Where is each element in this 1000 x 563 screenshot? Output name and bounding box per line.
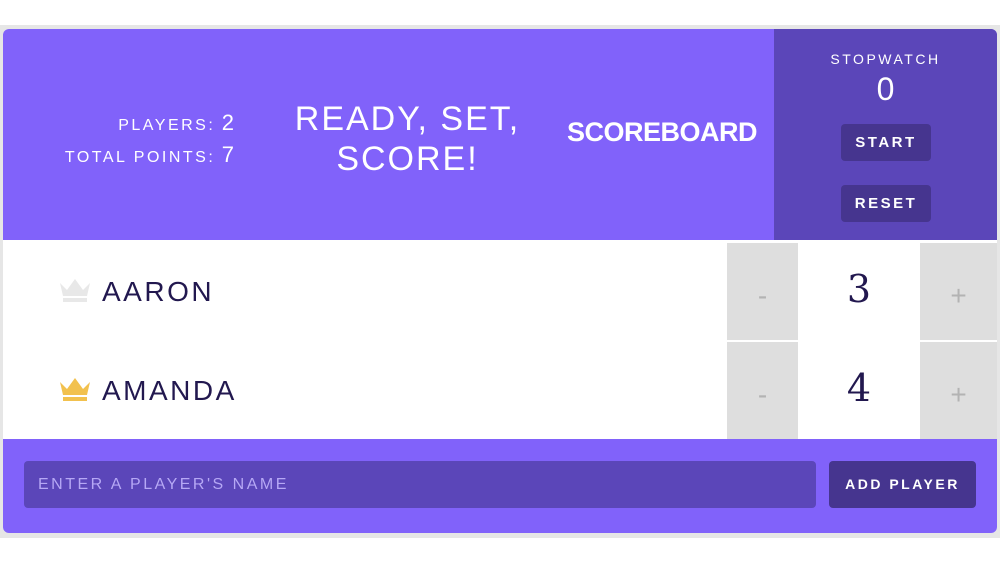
crown-base bbox=[63, 298, 87, 302]
stopwatch-time: 0 bbox=[876, 71, 895, 107]
crown-shape bbox=[60, 279, 90, 296]
player-score: 3 bbox=[846, 267, 872, 311]
increment-button[interactable]: + bbox=[920, 342, 997, 439]
tagline: READY, SET, SCORE! bbox=[265, 99, 550, 179]
tagline-line-2: SCORE! bbox=[336, 140, 479, 178]
reset-button[interactable]: RESET bbox=[841, 185, 931, 222]
stopwatch: STOPWATCH 0 START RESET bbox=[774, 29, 997, 240]
decrement-button[interactable]: - bbox=[727, 243, 798, 340]
stats-panel: PLAYERS: 2 TOTAL POINTS: 7 bbox=[43, 107, 235, 171]
player-name-input[interactable] bbox=[24, 461, 816, 508]
player-row: AMANDA - 4 + bbox=[3, 342, 997, 439]
crown-base bbox=[63, 397, 87, 401]
app-frame: PLAYERS: 2 TOTAL POINTS: 7 READY, SET, S… bbox=[0, 25, 1000, 538]
crown-icon bbox=[58, 277, 92, 303]
player-row: AARON - 3 + bbox=[3, 243, 997, 340]
decrement-button[interactable]: - bbox=[727, 342, 798, 439]
players-label: PLAYERS: bbox=[118, 117, 216, 134]
total-points-stat: TOTAL POINTS: 7 bbox=[43, 139, 235, 171]
player-name: AMANDA bbox=[102, 375, 237, 406]
increment-button[interactable]: + bbox=[920, 243, 997, 340]
players-stat: PLAYERS: 2 bbox=[43, 107, 235, 139]
total-points-value: 7 bbox=[221, 142, 235, 167]
add-player-form: ADD PLAYER bbox=[3, 439, 997, 533]
scoreboard: PLAYERS: 2 TOTAL POINTS: 7 READY, SET, S… bbox=[3, 29, 997, 533]
players-count: 2 bbox=[221, 110, 235, 135]
crown-shape bbox=[60, 378, 90, 395]
total-points-label: TOTAL POINTS: bbox=[64, 149, 216, 166]
page-title: SCOREBOARD bbox=[567, 117, 758, 147]
start-button[interactable]: START bbox=[841, 124, 931, 161]
add-player-button[interactable]: ADD PLAYER bbox=[829, 461, 976, 508]
stopwatch-label: STOPWATCH bbox=[830, 51, 941, 67]
crown-icon bbox=[58, 376, 92, 402]
player-score: 4 bbox=[846, 366, 872, 410]
player-name: AARON bbox=[102, 276, 215, 307]
tagline-line-1: READY, SET, bbox=[294, 100, 521, 138]
header: PLAYERS: 2 TOTAL POINTS: 7 READY, SET, S… bbox=[3, 29, 997, 240]
